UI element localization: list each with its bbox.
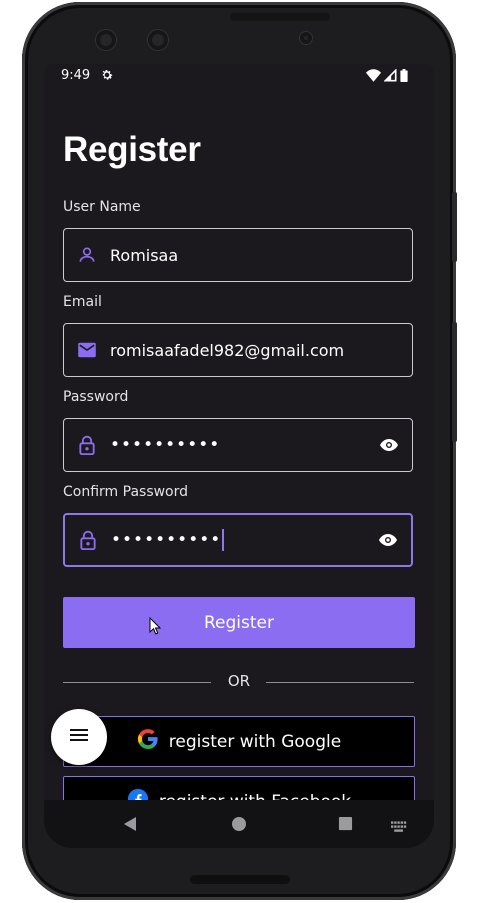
eye-icon[interactable] [365, 534, 411, 546]
system-nav-bar [44, 800, 434, 848]
front-camera [96, 30, 116, 50]
confirm-password-label: Confirm Password [63, 484, 189, 500]
earpiece-speaker [230, 13, 330, 21]
password-field[interactable]: •••••••••• [63, 418, 413, 472]
back-icon[interactable] [122, 816, 138, 836]
mouse-cursor-icon [149, 616, 162, 639]
lock-icon [64, 435, 110, 455]
lock-icon [65, 530, 111, 550]
email-value: romisaafadel982@gmail.com [110, 340, 345, 360]
google-logo-icon [137, 728, 159, 755]
menu-icon [69, 727, 89, 747]
divider-left [63, 682, 211, 683]
divider-right [266, 682, 414, 683]
volume-button [452, 322, 457, 442]
password-value: •••••••••• [110, 435, 221, 455]
status-bar: 9:49 [44, 64, 434, 88]
top-bezel [40, 10, 440, 65]
confirm-password-value: •••••••••• [111, 529, 365, 551]
or-label: OR [227, 672, 251, 690]
status-time: 9:49 [61, 68, 91, 83]
confirm-password-field[interactable]: •••••••••• [63, 513, 413, 567]
email-field[interactable]: romisaafadel982@gmail.com [63, 323, 413, 377]
google-register-button[interactable]: register with Google [63, 716, 415, 767]
email-label: Email [63, 294, 102, 310]
menu-fab[interactable] [51, 709, 107, 765]
username-value: Romisaa [110, 245, 179, 265]
page-title: Register [63, 130, 201, 169]
settings-icon [100, 68, 114, 86]
front-sensor [148, 30, 168, 50]
username-label: User Name [63, 199, 141, 215]
recents-icon[interactable] [338, 816, 353, 835]
battery-icon [400, 69, 408, 86]
status-icons [366, 68, 408, 86]
text-caret [222, 529, 225, 551]
wifi-icon [366, 69, 381, 86]
confirm-password-text: •••••••••• [111, 530, 222, 550]
power-button [452, 192, 457, 262]
mail-icon [64, 342, 110, 358]
eye-icon[interactable] [366, 439, 412, 451]
keyboard-icon[interactable] [391, 818, 407, 837]
bottom-speaker [190, 875, 290, 884]
register-button-label: Register [204, 612, 274, 633]
signal-icon [383, 68, 397, 86]
home-icon[interactable] [231, 816, 247, 836]
password-label: Password [63, 389, 129, 405]
google-button-label: register with Google [168, 731, 342, 752]
register-button[interactable]: Register [63, 597, 415, 648]
person-icon [64, 245, 110, 265]
proximity-sensor [300, 32, 312, 44]
username-field[interactable]: Romisaa [63, 228, 413, 282]
